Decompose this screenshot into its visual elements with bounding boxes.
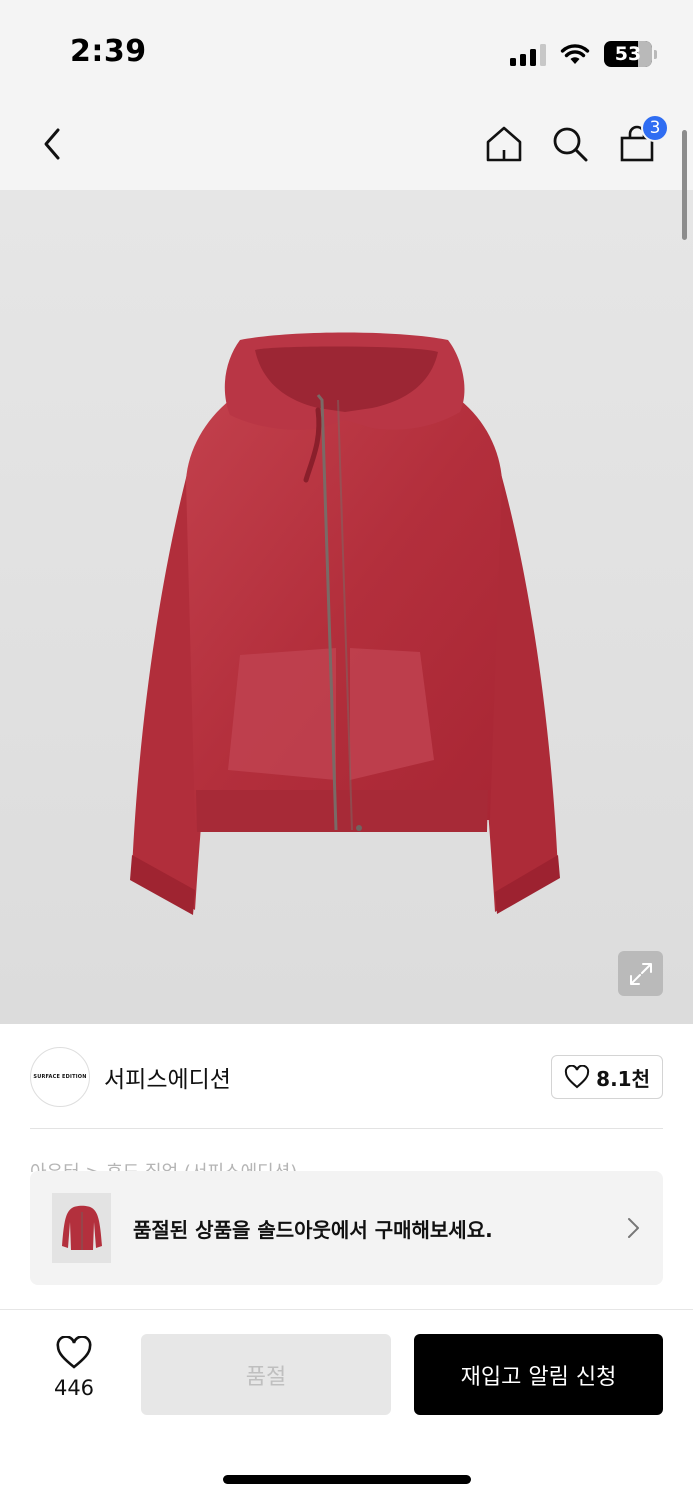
chevron-left-icon — [44, 128, 60, 160]
chevron-right-icon — [628, 1218, 639, 1238]
brand-like-button[interactable]: 8.1천 — [551, 1055, 663, 1099]
battery-level: 53 — [614, 43, 642, 65]
heart-icon — [56, 1336, 92, 1369]
signal-icon — [510, 42, 546, 66]
wish-count: 446 — [53, 1376, 95, 1400]
bottom-divider — [0, 1309, 693, 1310]
home-indicator[interactable] — [223, 1475, 471, 1484]
search-button[interactable] — [544, 118, 596, 170]
brand-logo[interactable]: SURFACE EDITION — [30, 1047, 90, 1107]
banner-thumbnail — [52, 1193, 111, 1263]
soldout-button: 품절 — [141, 1334, 391, 1415]
restock-alert-button[interactable]: 재입고 알림 신청 — [414, 1334, 663, 1415]
soldout-banner[interactable]: 품절된 상품을 솔드아웃에서 구매해보세요. — [30, 1171, 663, 1285]
home-button[interactable] — [478, 118, 530, 170]
nav-bar: 3 — [0, 100, 693, 190]
battery-tip — [654, 49, 657, 59]
expand-icon — [629, 962, 652, 985]
wifi-icon — [560, 44, 590, 64]
product-image[interactable] — [0, 190, 693, 1024]
brand-logo-text: SURFACE EDITION — [33, 1074, 87, 1080]
cart-button[interactable]: 3 — [611, 114, 669, 170]
back-button[interactable] — [26, 118, 78, 170]
search-icon — [553, 127, 588, 162]
brand-row: SURFACE EDITION 서피스에디션 8.1천 — [30, 1045, 663, 1109]
expand-button[interactable] — [618, 951, 663, 996]
hoodie-image — [130, 332, 560, 915]
banner-text: 품절된 상품을 솔드아웃에서 구매해보세요. — [133, 1217, 493, 1242]
wish-button[interactable]: 446 — [40, 1336, 108, 1400]
hoodie-thumbnail-image — [61, 1205, 102, 1250]
category-breadcrumb: 아우터 > 후드 집업 (서피스에디션) — [30, 1158, 297, 1172]
status-time: 2:39 — [70, 34, 147, 69]
cart-badge: 3 — [641, 114, 669, 142]
heart-icon — [565, 1065, 590, 1089]
status-bar: 2:39 53 — [0, 0, 693, 100]
divider — [30, 1128, 663, 1129]
home-icon — [486, 126, 522, 162]
brand-name[interactable]: 서피스에디션 — [104, 1060, 231, 1094]
brand-like-count: 8.1천 — [596, 1066, 650, 1091]
battery-icon: 53 — [604, 41, 652, 67]
scroll-indicator[interactable] — [682, 130, 687, 240]
status-icons: 53 — [510, 38, 657, 70]
